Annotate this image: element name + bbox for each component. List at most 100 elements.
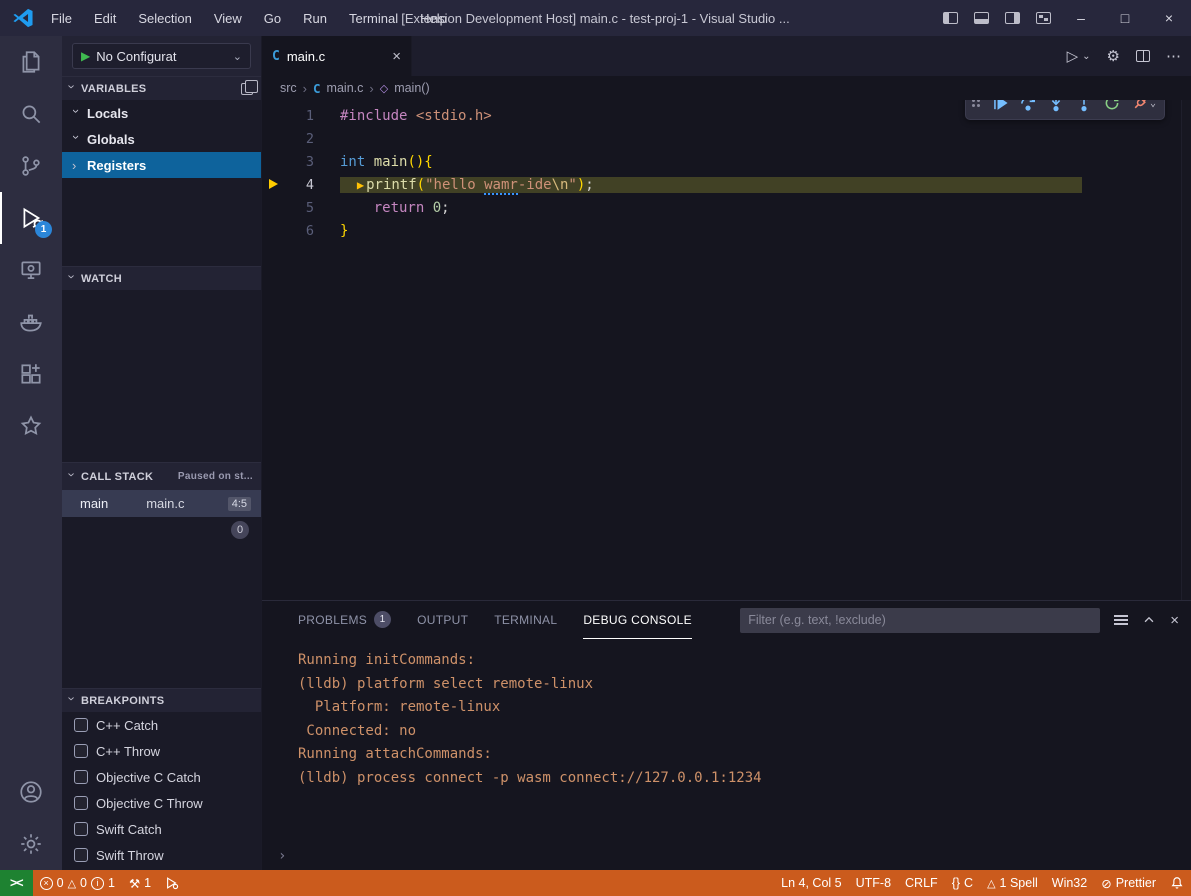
maximize-button[interactable]: □ [1103,0,1147,36]
checkbox[interactable] [74,744,88,758]
chevron-up-icon[interactable] [1142,613,1156,627]
breadcrumb-symbol[interactable]: main() [394,81,429,95]
filter-input[interactable] [740,613,1100,627]
remote-explorer-icon[interactable] [0,244,62,296]
code-line[interactable]: 4 ▶printf("hello wamr-ide\n"); [262,173,1191,196]
search-icon[interactable] [0,88,62,140]
chevron-icon: › [69,109,84,118]
checkbox[interactable] [74,770,88,784]
chevron-down-icon[interactable]: ⌄ [1150,100,1158,109]
customize-layout-icon[interactable] [1036,12,1051,24]
watch-section-header[interactable]: › WATCH [62,266,261,290]
notifications-bell-icon[interactable] [1163,870,1191,896]
callstack-section-header[interactable]: › CALL STACK Paused on st... [62,462,261,490]
panel-tab-debug-console[interactable]: DEBUG CONSOLE [583,601,692,639]
breakpoint-row[interactable]: Swift Catch [62,816,261,842]
output-actions-icon[interactable] [1114,615,1128,625]
menu-help[interactable]: Help [411,7,456,30]
run-config-dropdown[interactable]: ▶ No Configurat ⌄ [72,43,251,69]
split-editor-icon[interactable] [1136,50,1150,62]
breakpoint-row[interactable]: Swift Throw [62,842,261,868]
explorer-icon[interactable] [0,36,62,88]
code-line[interactable]: 2 [262,127,1191,150]
panel-tab-problems[interactable]: PROBLEMS1 [298,601,391,639]
drag-handle-icon[interactable] [972,100,984,112]
copy-icon[interactable] [241,83,253,95]
minimize-button[interactable]: – [1059,0,1103,36]
current-statement-arrow-icon[interactable] [262,177,284,193]
variable-scope-registers[interactable]: ›Registers [62,152,261,178]
variable-scope-locals[interactable]: ›Locals [62,100,261,126]
toggle-panel-icon[interactable] [974,12,989,24]
menu-view[interactable]: View [205,7,251,30]
token: ; [441,200,449,216]
source-control-icon[interactable] [0,140,62,192]
code-line[interactable]: 3int main(){ [262,150,1191,173]
extensions-icon[interactable] [0,348,62,400]
language-mode[interactable]: {} C [945,870,980,896]
variable-scope-globals[interactable]: ›Globals [62,126,261,152]
code-editor[interactable]: ⌄ 1#include <stdio.h>23int main(){4 ▶pri… [262,100,1191,600]
breadcrumb-file[interactable]: main.c [327,81,364,95]
menu-terminal[interactable]: Terminal [340,7,407,30]
restart-icon[interactable] [1098,100,1126,117]
eol-type[interactable]: CRLF [898,870,945,896]
panel-tab-terminal[interactable]: TERMINAL [494,601,557,639]
menu-edit[interactable]: Edit [85,7,125,30]
checkbox[interactable] [74,848,88,862]
callstack-badge: 0 [231,521,249,539]
token: wamr [484,177,518,195]
breakpoint-row[interactable]: Objective C Throw [62,790,261,816]
problems-status[interactable]: × 0 △ 0 i 1 [33,870,122,896]
step-into-icon[interactable] [1042,100,1070,117]
menu-run[interactable]: Run [294,7,336,30]
more-actions-icon[interactable]: ⋯ [1166,47,1181,65]
close-button[interactable]: × [1147,0,1191,36]
settings-gear-icon[interactable] [0,818,62,870]
breadcrumb-folder[interactable]: src [280,81,297,95]
line-number: 3 [284,154,314,170]
debug-status-icon[interactable] [158,870,186,896]
tab-main-c[interactable]: C main.c × [262,36,412,76]
start-debugging-icon[interactable]: ▶ [81,49,90,63]
editor-scrollbar[interactable] [1181,100,1191,600]
breakpoints-section-header[interactable]: › BREAKPOINTS [62,688,261,712]
tab-close-icon[interactable]: × [392,48,401,65]
panel-tab-output[interactable]: OUTPUT [417,601,468,639]
menu-file[interactable]: File [42,7,81,30]
run-debug-dropdown-icon[interactable]: ▷ [1067,47,1079,65]
run-config-row: ▶ No Configurat ⌄ [62,36,261,76]
step-out-icon[interactable] [1070,100,1098,117]
console-prompt[interactable]: › [278,848,286,864]
stack-frame-row[interactable]: main main.c 4:5 [62,490,261,517]
breakpoint-row[interactable]: C++ Throw [62,738,261,764]
formatter-status[interactable]: ⊘ Prettier [1094,870,1163,896]
spell-status[interactable]: △ 1 Spell [980,870,1045,896]
run-and-debug-icon[interactable]: 1 [0,192,62,244]
docker-icon[interactable] [0,296,62,348]
toggle-sidebar-icon[interactable] [943,12,958,24]
breakpoint-row[interactable]: C++ Catch [62,712,261,738]
star-icon[interactable] [0,400,62,452]
remote-indicator[interactable]: >< [0,870,33,896]
variables-section-header[interactable]: › VARIABLES [62,76,261,100]
code-line[interactable]: 5 return 0; [262,196,1191,219]
chevron-down-icon[interactable]: ⌄ [1082,51,1090,62]
checkbox[interactable] [74,796,88,810]
continue-icon[interactable] [986,100,1014,117]
menu-go[interactable]: Go [255,7,290,30]
breakpoint-row[interactable]: Objective C Catch [62,764,261,790]
platform-status[interactable]: Win32 [1045,870,1094,896]
code-line[interactable]: 6} [262,219,1191,242]
tools-status[interactable]: ⚒ 1 [122,870,158,896]
toggle-secondary-sidebar-icon[interactable] [1005,12,1020,24]
accounts-icon[interactable] [0,766,62,818]
step-over-icon[interactable] [1014,100,1042,117]
settings-gear-icon[interactable]: ⚙ [1107,47,1120,65]
checkbox[interactable] [74,718,88,732]
encoding[interactable]: UTF-8 [849,870,898,896]
menu-selection[interactable]: Selection [129,7,200,30]
checkbox[interactable] [74,822,88,836]
cursor-position[interactable]: Ln 4, Col 5 [774,870,848,896]
close-panel-icon[interactable]: × [1170,612,1179,629]
